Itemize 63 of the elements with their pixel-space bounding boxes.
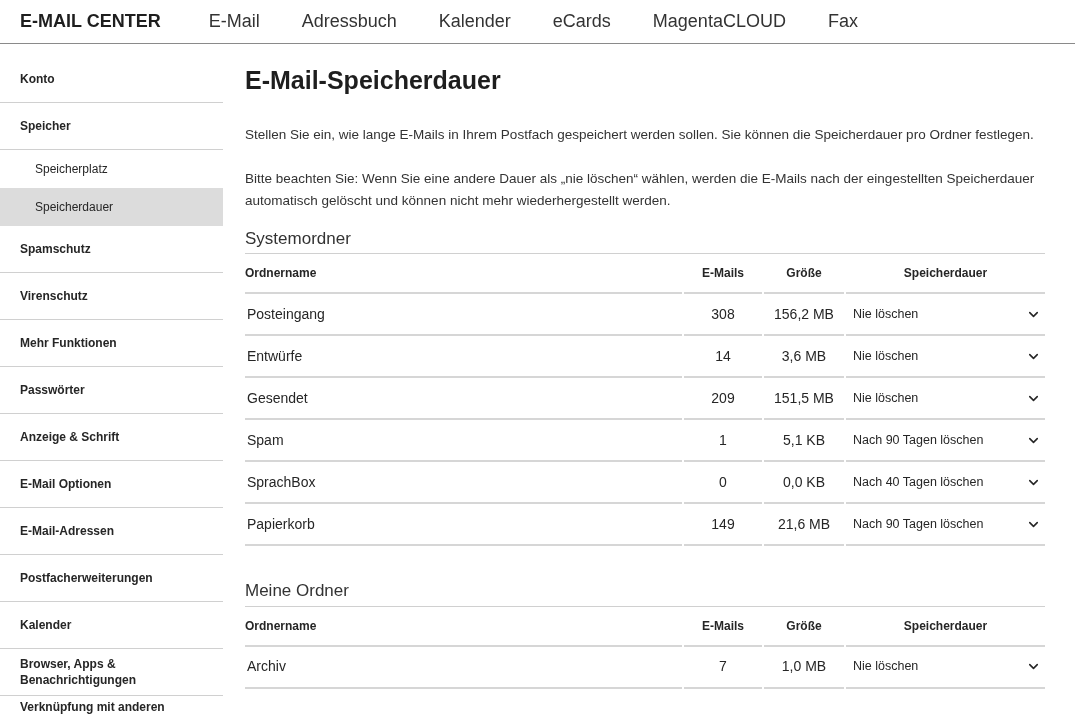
sidebar-item[interactable]: Speicherplatz	[0, 150, 223, 188]
sidebar-item[interactable]: Kalender	[0, 602, 223, 649]
retention-dropdown[interactable]: Nach 90 Tagen löschen	[846, 514, 1045, 534]
column-header: E-Mails	[702, 617, 744, 635]
retention-dropdown[interactable]: Nie löschen	[846, 304, 1045, 324]
retention-dropdown[interactable]: Nach 90 Tagen löschen	[846, 430, 1045, 450]
nav-link[interactable]: MagentaCLOUD	[652, 8, 786, 35]
email-count: 0	[719, 472, 727, 492]
folder-size: 0,0 KB	[783, 472, 825, 492]
sidebar-item[interactable]: Postfacherweiterungen	[0, 555, 223, 602]
page-title: E-Mail-Speicherdauer	[245, 65, 502, 96]
column-header: Größe	[786, 617, 822, 635]
section-title: Meine Ordner	[245, 578, 1045, 607]
brand-title: E-MAIL CENTER	[20, 10, 161, 33]
sidebar-item[interactable]: Mehr Funktionen	[0, 320, 223, 367]
email-count: 308	[711, 304, 735, 324]
email-count: 1	[719, 430, 727, 450]
folder-name: SprachBox	[247, 472, 316, 492]
folder-size: 1,0 MB	[781, 657, 827, 676]
nav-link[interactable]: eCards	[552, 8, 611, 35]
column-header: Größe	[786, 265, 822, 282]
retention-dropdown[interactable]: Nie löschen	[846, 388, 1045, 408]
folder-name: Papierkorb	[247, 514, 315, 534]
folder-name: Spam	[247, 430, 284, 450]
column-header: E-Mails	[702, 265, 744, 282]
sidebar-item[interactable]: E-Mail Optionen	[0, 461, 223, 508]
column-header: Ordnername	[245, 617, 317, 635]
folder-size: 156,2 MB	[774, 304, 834, 324]
folder-size: 3,6 MB	[781, 346, 827, 366]
info-paragraph: Bitte beachten Sie: Wenn Sie eine andere Dauer als „nie löschen“ wählen, werden die E-Mails nach der eingestellten Speicherdauer automatisch gelöscht und können nicht mehr wiederhergestellt werden.	[245, 169, 1036, 210]
email-count: 149	[711, 514, 735, 534]
folder-name: Gesendet	[247, 388, 308, 408]
sidebar-item[interactable]: Virenschutz	[0, 273, 223, 320]
folder-name: Entwürfe	[247, 346, 303, 366]
sidebar-item[interactable]: Passwörter	[0, 367, 223, 414]
sidebar-item[interactable]: Browser, Apps & Benachrichtigungen	[0, 649, 223, 696]
email-count: 14	[715, 346, 731, 366]
column-header: Speicherdauer	[903, 265, 988, 282]
sidebar-item[interactable]: E-Mail-Adressen	[0, 508, 223, 555]
sidebar-item[interactable]: Verknüpfung mit anderen	[0, 696, 223, 724]
nav-link[interactable]: Kalender	[438, 8, 511, 35]
info-paragraph: Stellen Sie ein, wie lange E-Mails in Ihrem Postfach gespeichert werden sollen. Sie können die Speicherdauer pro Ordner festlegen.	[245, 125, 1035, 144]
sidebar-item[interactable]: Anzeige & Schrift	[0, 414, 223, 461]
folder-size: 21,6 MB	[777, 514, 831, 534]
sidebar-item[interactable]: Konto	[0, 56, 223, 103]
column-header: Ordnername	[245, 265, 317, 282]
retention-dropdown[interactable]: Nach 40 Tagen löschen	[846, 472, 1045, 492]
nav-link[interactable]: E-Mail	[208, 8, 260, 35]
sidebar-item[interactable]: Speicher	[0, 103, 223, 150]
sidebar-item[interactable]: Spamschutz	[0, 226, 223, 273]
folder-name: Posteingang	[247, 304, 325, 324]
email-count: 7	[719, 657, 727, 676]
nav-link[interactable]: Fax	[827, 8, 858, 35]
section-title: Systemordner	[245, 225, 1045, 254]
retention-dropdown[interactable]: Nie löschen	[846, 346, 1045, 366]
folder-size: 5,1 KB	[783, 430, 825, 450]
email-count: 209	[711, 388, 735, 408]
retention-dropdown[interactable]: Nie löschen	[846, 657, 1045, 676]
column-header: Speicherdauer	[903, 617, 988, 635]
folder-name: Archiv	[247, 657, 286, 676]
sidebar-item[interactable]: Speicherdauer	[0, 188, 223, 226]
nav-link[interactable]: Adressbuch	[301, 8, 397, 35]
folder-size: 151,5 MB	[774, 388, 834, 408]
